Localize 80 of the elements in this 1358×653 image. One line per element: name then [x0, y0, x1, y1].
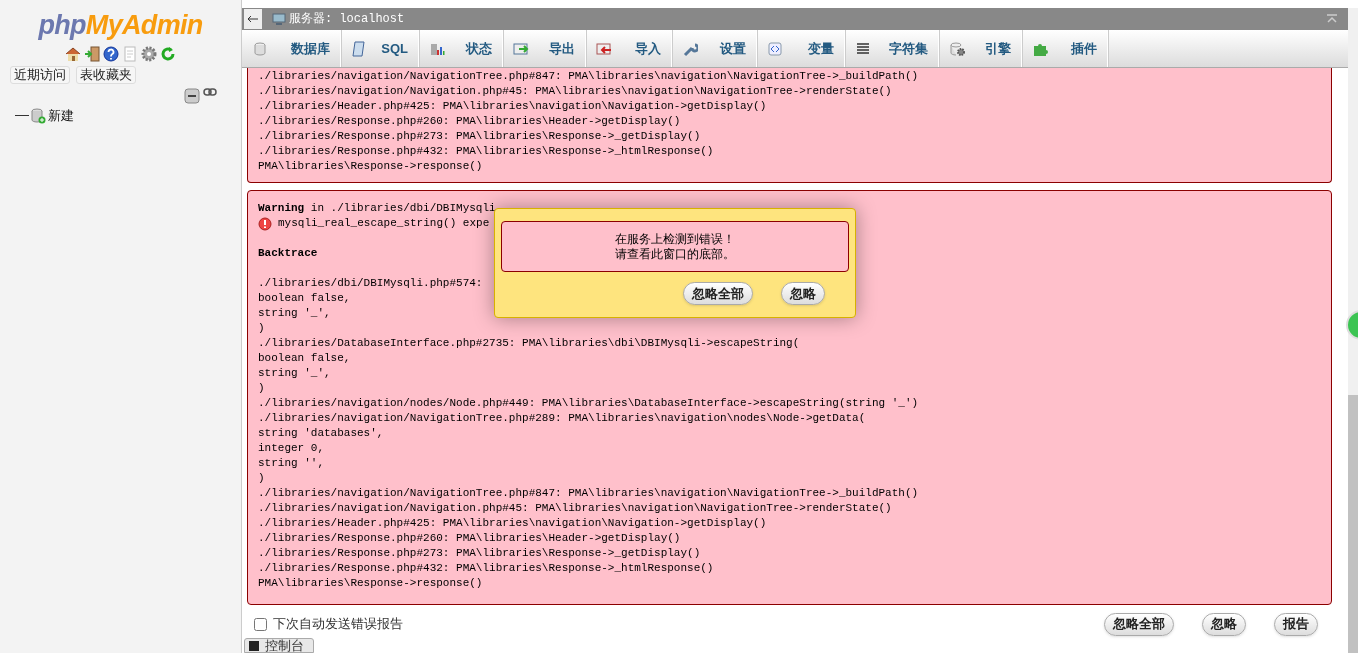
- export-icon: [513, 40, 529, 57]
- error-icon: [258, 216, 272, 231]
- checkbox[interactable]: [254, 617, 267, 631]
- footer-button[interactable]: 忽略: [1202, 612, 1246, 636]
- variable-icon: [767, 40, 783, 57]
- backtrace-heading: Backtrace: [258, 246, 318, 261]
- engine-gear-icon: [949, 40, 965, 57]
- menu-tab[interactable]: 导入: [586, 30, 672, 67]
- backtrace-line: ./libraries/Response.php#273: PMA\libraries\Response->_getDisplay(): [258, 129, 701, 144]
- backtrace-line: ): [258, 321, 265, 336]
- logo[interactable]: phpMyAdmin: [0, 8, 241, 42]
- menu-tab[interactable]: 数据库: [242, 30, 341, 67]
- backtrace-line: ): [258, 381, 265, 396]
- dialog-message: 请查看此窗口的底部。: [615, 246, 735, 262]
- backtrace-line: ./libraries/DatabaseInterface.php#2735: PMA\libraries\dbi\DBIMysqli->escapeString(: [258, 336, 800, 351]
- link-icon[interactable]: [203, 88, 217, 96]
- error-message: mysqli_real_escape_string() expe: [278, 216, 490, 231]
- help-icon[interactable]: [103, 46, 119, 62]
- menu-tab[interactable]: 导出: [503, 30, 586, 67]
- warning-text: Warning in ./libraries/dbi/DBIMysqli: [258, 201, 496, 216]
- breadcrumb-text[interactable]: 服务器: localhost: [289, 10, 405, 28]
- menu-tab[interactable]: 字符集: [845, 30, 939, 67]
- scrollbar-thumb[interactable]: [1348, 395, 1358, 653]
- backtrace-line: ./libraries/dbi/DBIMysqli.php#574:: [258, 276, 483, 291]
- dialog-button[interactable]: 忽略: [781, 282, 825, 305]
- console-tab[interactable]: 控制台: [244, 638, 314, 653]
- settings-icon[interactable]: [141, 46, 157, 62]
- backtrace-line: ./libraries/Response.php#260: PMA\libraries\Header->getDisplay(): [258, 531, 681, 546]
- dialog-message: 在服务上检测到错误！: [615, 231, 735, 247]
- backtrace-line: ): [258, 471, 265, 486]
- backtrace-line: ./libraries/Header.php#425: PMA\libraries\navigation\Navigation->getDisplay(): [258, 516, 767, 531]
- collapse-icon[interactable]: [1326, 14, 1338, 24]
- backtrace-line: ./libraries/Header.php#425: PMA\libraries\navigation\Navigation->getDisplay(): [258, 99, 767, 114]
- backtrace-line: boolean false,: [258, 291, 351, 306]
- menu-tab[interactable]: 变量: [757, 30, 845, 67]
- list-lines-icon: [855, 40, 871, 57]
- footer-button[interactable]: 报告: [1274, 612, 1318, 636]
- backtrace-line: ./libraries/navigation/nodes/Node.php#449: PMA\libraries\DatabaseInterface->escapeString(string '_'): [258, 396, 919, 411]
- backtrace-line: ./libraries/navigation/NavigationTree.php#847: PMA\libraries\navigation\NavigationTree->_buildPath(): [258, 486, 919, 501]
- back-button[interactable]: [244, 9, 262, 29]
- backtrace-line: PMA\libraries\Response->response(): [258, 576, 483, 591]
- server-icon: [272, 12, 286, 26]
- backtrace-line: ./libraries/navigation/NavigationTree.php#289: PMA\libraries\navigation\nodes\Node->getData(: [258, 411, 866, 426]
- home-icon[interactable]: [65, 46, 81, 62]
- menu-tab[interactable]: 状态: [419, 30, 503, 67]
- menu-tab[interactable]: 设置: [672, 30, 757, 67]
- backtrace-line: boolean false,: [258, 351, 351, 366]
- console-label: 控制台: [265, 639, 304, 652]
- dialog-button[interactable]: 忽略全部: [683, 282, 753, 305]
- scrollbar[interactable]: [1348, 8, 1358, 653]
- backtrace-line: PMA\libraries\Response->response(): [258, 159, 483, 174]
- backtrace-line: ./libraries/Response.php#273: PMA\libraries\Response->_getDisplay(): [258, 546, 701, 561]
- menu-tab[interactable]: 引擎: [939, 30, 1022, 67]
- collapse-all-icon[interactable]: [184, 88, 200, 104]
- scroll-icon: [351, 40, 367, 57]
- import-icon: [596, 40, 612, 57]
- backtrace-line: ./libraries/navigation/NavigationTree.php#847: PMA\libraries\navigation\NavigationTree->_buildPath(): [258, 69, 919, 84]
- backtrace-line: string 'databases',: [258, 426, 384, 441]
- footer-button[interactable]: 忽略全部: [1104, 612, 1174, 636]
- backtrace-line: ./libraries/Response.php#432: PMA\libraries\Response->_htmlResponse(): [258, 144, 714, 159]
- menu-tab[interactable]: 插件: [1022, 30, 1108, 67]
- checkbox-label[interactable]: 下次自动发送错误报告: [273, 614, 403, 634]
- backtrace-line: ./libraries/navigation/Navigation.php#45: PMA\libraries\navigation\NavigationTree->renderState(): [258, 84, 892, 99]
- left-arrow-icon: [247, 15, 259, 23]
- database-icon: [252, 40, 268, 57]
- reload-icon[interactable]: [160, 46, 176, 62]
- new-database-icon: [30, 107, 46, 124]
- sidebar-tab[interactable]: 表收藏夹: [76, 66, 136, 84]
- sidebar-tab[interactable]: 近期访问: [10, 66, 70, 84]
- console-icon: [249, 640, 259, 651]
- backtrace-line: ./libraries/Response.php#260: PMA\libraries\Header->getDisplay(): [258, 114, 681, 129]
- tree-item[interactable]: 新建: [48, 106, 74, 126]
- backtrace-line: ./libraries/navigation/Navigation.php#45: PMA\libraries\navigation\NavigationTree->renderState(): [258, 501, 892, 516]
- backtrace-line: integer 0,: [258, 441, 324, 456]
- logout-door-icon[interactable]: [84, 46, 100, 62]
- menu-tab[interactable]: SQL: [341, 30, 419, 67]
- backtrace-line: ./libraries/Response.php#432: PMA\libraries\Response->_htmlResponse(): [258, 561, 714, 576]
- backtrace-line: string '',: [258, 456, 324, 471]
- backtrace-line: string '_',: [258, 366, 331, 381]
- backtrace-line: string '_',: [258, 306, 331, 321]
